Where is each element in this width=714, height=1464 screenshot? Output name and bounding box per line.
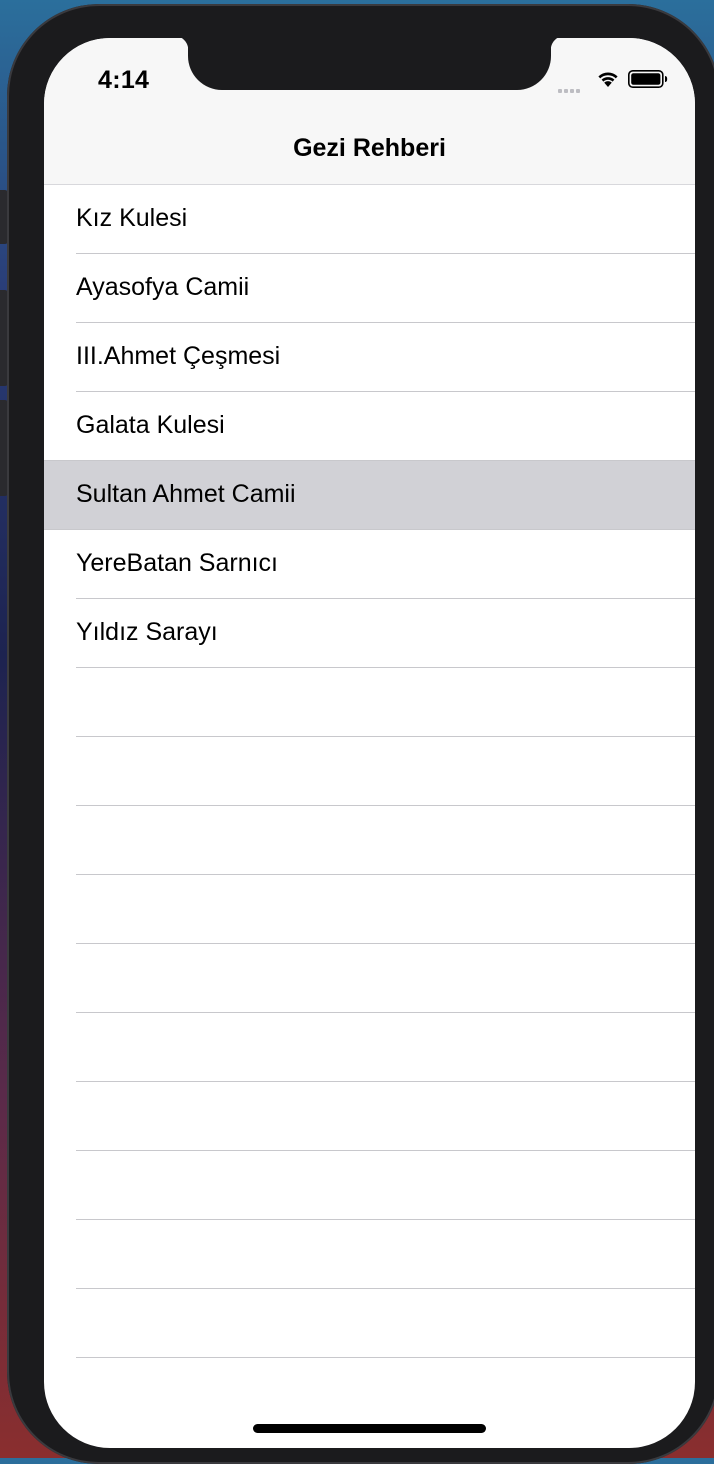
empty-row	[44, 668, 695, 737]
signal-icon	[558, 80, 582, 98]
place-label: Sultan Ahmet Camii	[76, 480, 296, 508]
wifi-icon	[596, 68, 620, 93]
empty-row	[44, 944, 695, 1013]
device-frame: 4:14 Gezi Rehberi Kız Kulesi Ayasofya Ca…	[7, 4, 714, 1464]
table-row[interactable]: Kız Kulesi	[44, 185, 695, 254]
table-row[interactable]: III.Ahmet Çeşmesi	[44, 323, 695, 392]
table-row[interactable]: YereBatan Sarnıcı	[44, 530, 695, 599]
camera-notch	[174, 38, 565, 90]
empty-row	[44, 806, 695, 875]
home-indicator[interactable]	[253, 1424, 486, 1433]
empty-row	[44, 1220, 695, 1289]
empty-row	[44, 737, 695, 806]
table-row[interactable]: Yıldız Sarayı	[44, 599, 695, 668]
page-title: Gezi Rehberi	[293, 134, 446, 162]
place-label: Kız Kulesi	[76, 204, 188, 232]
empty-row	[44, 1151, 695, 1220]
empty-row	[44, 875, 695, 944]
status-icons	[556, 68, 668, 93]
place-label: YereBatan Sarnıcı	[76, 549, 278, 577]
table-row[interactable]: Sultan Ahmet Camii	[44, 461, 695, 530]
place-label: Yıldız Sarayı	[76, 618, 218, 646]
place-label: Ayasofya Camii	[76, 273, 250, 301]
empty-row	[44, 1013, 695, 1082]
place-label: III.Ahmet Çeşmesi	[76, 342, 281, 370]
empty-row	[44, 1289, 695, 1358]
screen: 4:14 Gezi Rehberi Kız Kulesi Ayasofya Ca…	[44, 38, 695, 1448]
table-row[interactable]: Ayasofya Camii	[44, 254, 695, 323]
status-time: 4:14	[98, 66, 150, 94]
table-row[interactable]: Galata Kulesi	[44, 392, 695, 461]
places-table[interactable]: Kız Kulesi Ayasofya Camii III.Ahmet Çeşmes…	[44, 185, 695, 1358]
battery-icon	[628, 70, 668, 93]
row-separator	[76, 1357, 695, 1358]
place-label: Galata Kulesi	[76, 411, 225, 439]
empty-row	[44, 1082, 695, 1151]
